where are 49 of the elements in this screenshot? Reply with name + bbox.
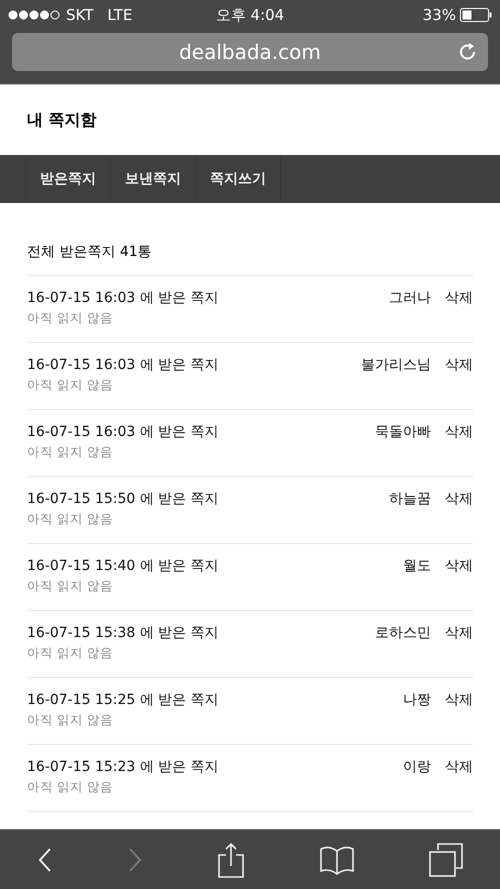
delete-link[interactable]: 삭제 [445,423,473,476]
tab[interactable]: 쪽지쓰기 [195,155,281,203]
reload-icon[interactable] [458,42,478,62]
battery-percent: 33% [422,6,456,24]
tab[interactable]: 받은쪽지 [25,155,110,203]
book-icon[interactable] [319,844,355,874]
network-type: LTE [107,6,132,24]
tab[interactable]: 보낸쪽지 [110,155,195,203]
received-time: 16-07-15 15:40 에 받은 쪽지 [27,557,220,575]
received-time: 16-07-15 15:25 에 받은 쪽지 [27,691,220,709]
received-time: 16-07-15 15:23 에 받은 쪽지 [27,758,220,776]
read-status: 아직 읽지 않음 [27,310,114,327]
tabs-icon[interactable] [429,842,463,876]
address-bar[interactable]: dealbada.com [12,33,488,71]
read-status: 아직 읽지 않음 [27,645,114,662]
sender-link[interactable]: 나짱 [403,691,431,744]
sender-link[interactable]: 하늘꿈 [389,490,431,543]
read-status: 아직 읽지 않음 [27,377,114,394]
read-status: 아직 읽지 않음 [27,444,114,461]
sender-link[interactable]: 불가리스님 [361,356,431,409]
sender-link[interactable]: 로하스민 [375,624,431,677]
delete-link[interactable]: 삭제 [445,356,473,409]
sender-link[interactable]: 월도 [403,557,431,610]
sender-link[interactable]: 이랑 [403,758,431,811]
delete-link[interactable]: 삭제 [445,691,473,744]
battery-icon [460,8,492,22]
sender-link[interactable]: 묵돌아빠 [375,423,431,476]
back-icon[interactable] [37,846,53,872]
page-title: 내 쪽지함 [27,110,97,130]
received-time: 16-07-15 16:03 에 받은 쪽지 [27,289,220,307]
signal-icon [8,10,60,20]
delete-link[interactable]: 삭제 [445,557,473,610]
received-time: 16-07-15 16:03 에 받은 쪽지 [27,356,220,374]
read-status: 아직 읽지 않음 [27,779,114,796]
received-time: 16-07-15 15:50 에 받은 쪽지 [27,490,220,508]
delete-link[interactable]: 삭제 [445,490,473,543]
message-count: 전체 받은쪽지 41통 [27,244,152,260]
received-time: 16-07-15 15:38 에 받은 쪽지 [27,624,220,642]
read-status: 아직 읽지 않음 [27,578,114,595]
sender-link[interactable]: 그러나 [389,289,431,342]
read-status: 아직 읽지 않음 [27,712,114,729]
carrier-name: SKT [66,6,94,24]
delete-link[interactable]: 삭제 [445,624,473,677]
read-status: 아직 읽지 않음 [27,511,114,528]
share-icon[interactable] [217,842,245,878]
delete-link[interactable]: 삭제 [445,289,473,342]
received-time: 16-07-15 16:03 에 받은 쪽지 [27,423,220,441]
clock: 오후 4:04 [216,6,284,24]
delete-link[interactable]: 삭제 [445,758,473,811]
